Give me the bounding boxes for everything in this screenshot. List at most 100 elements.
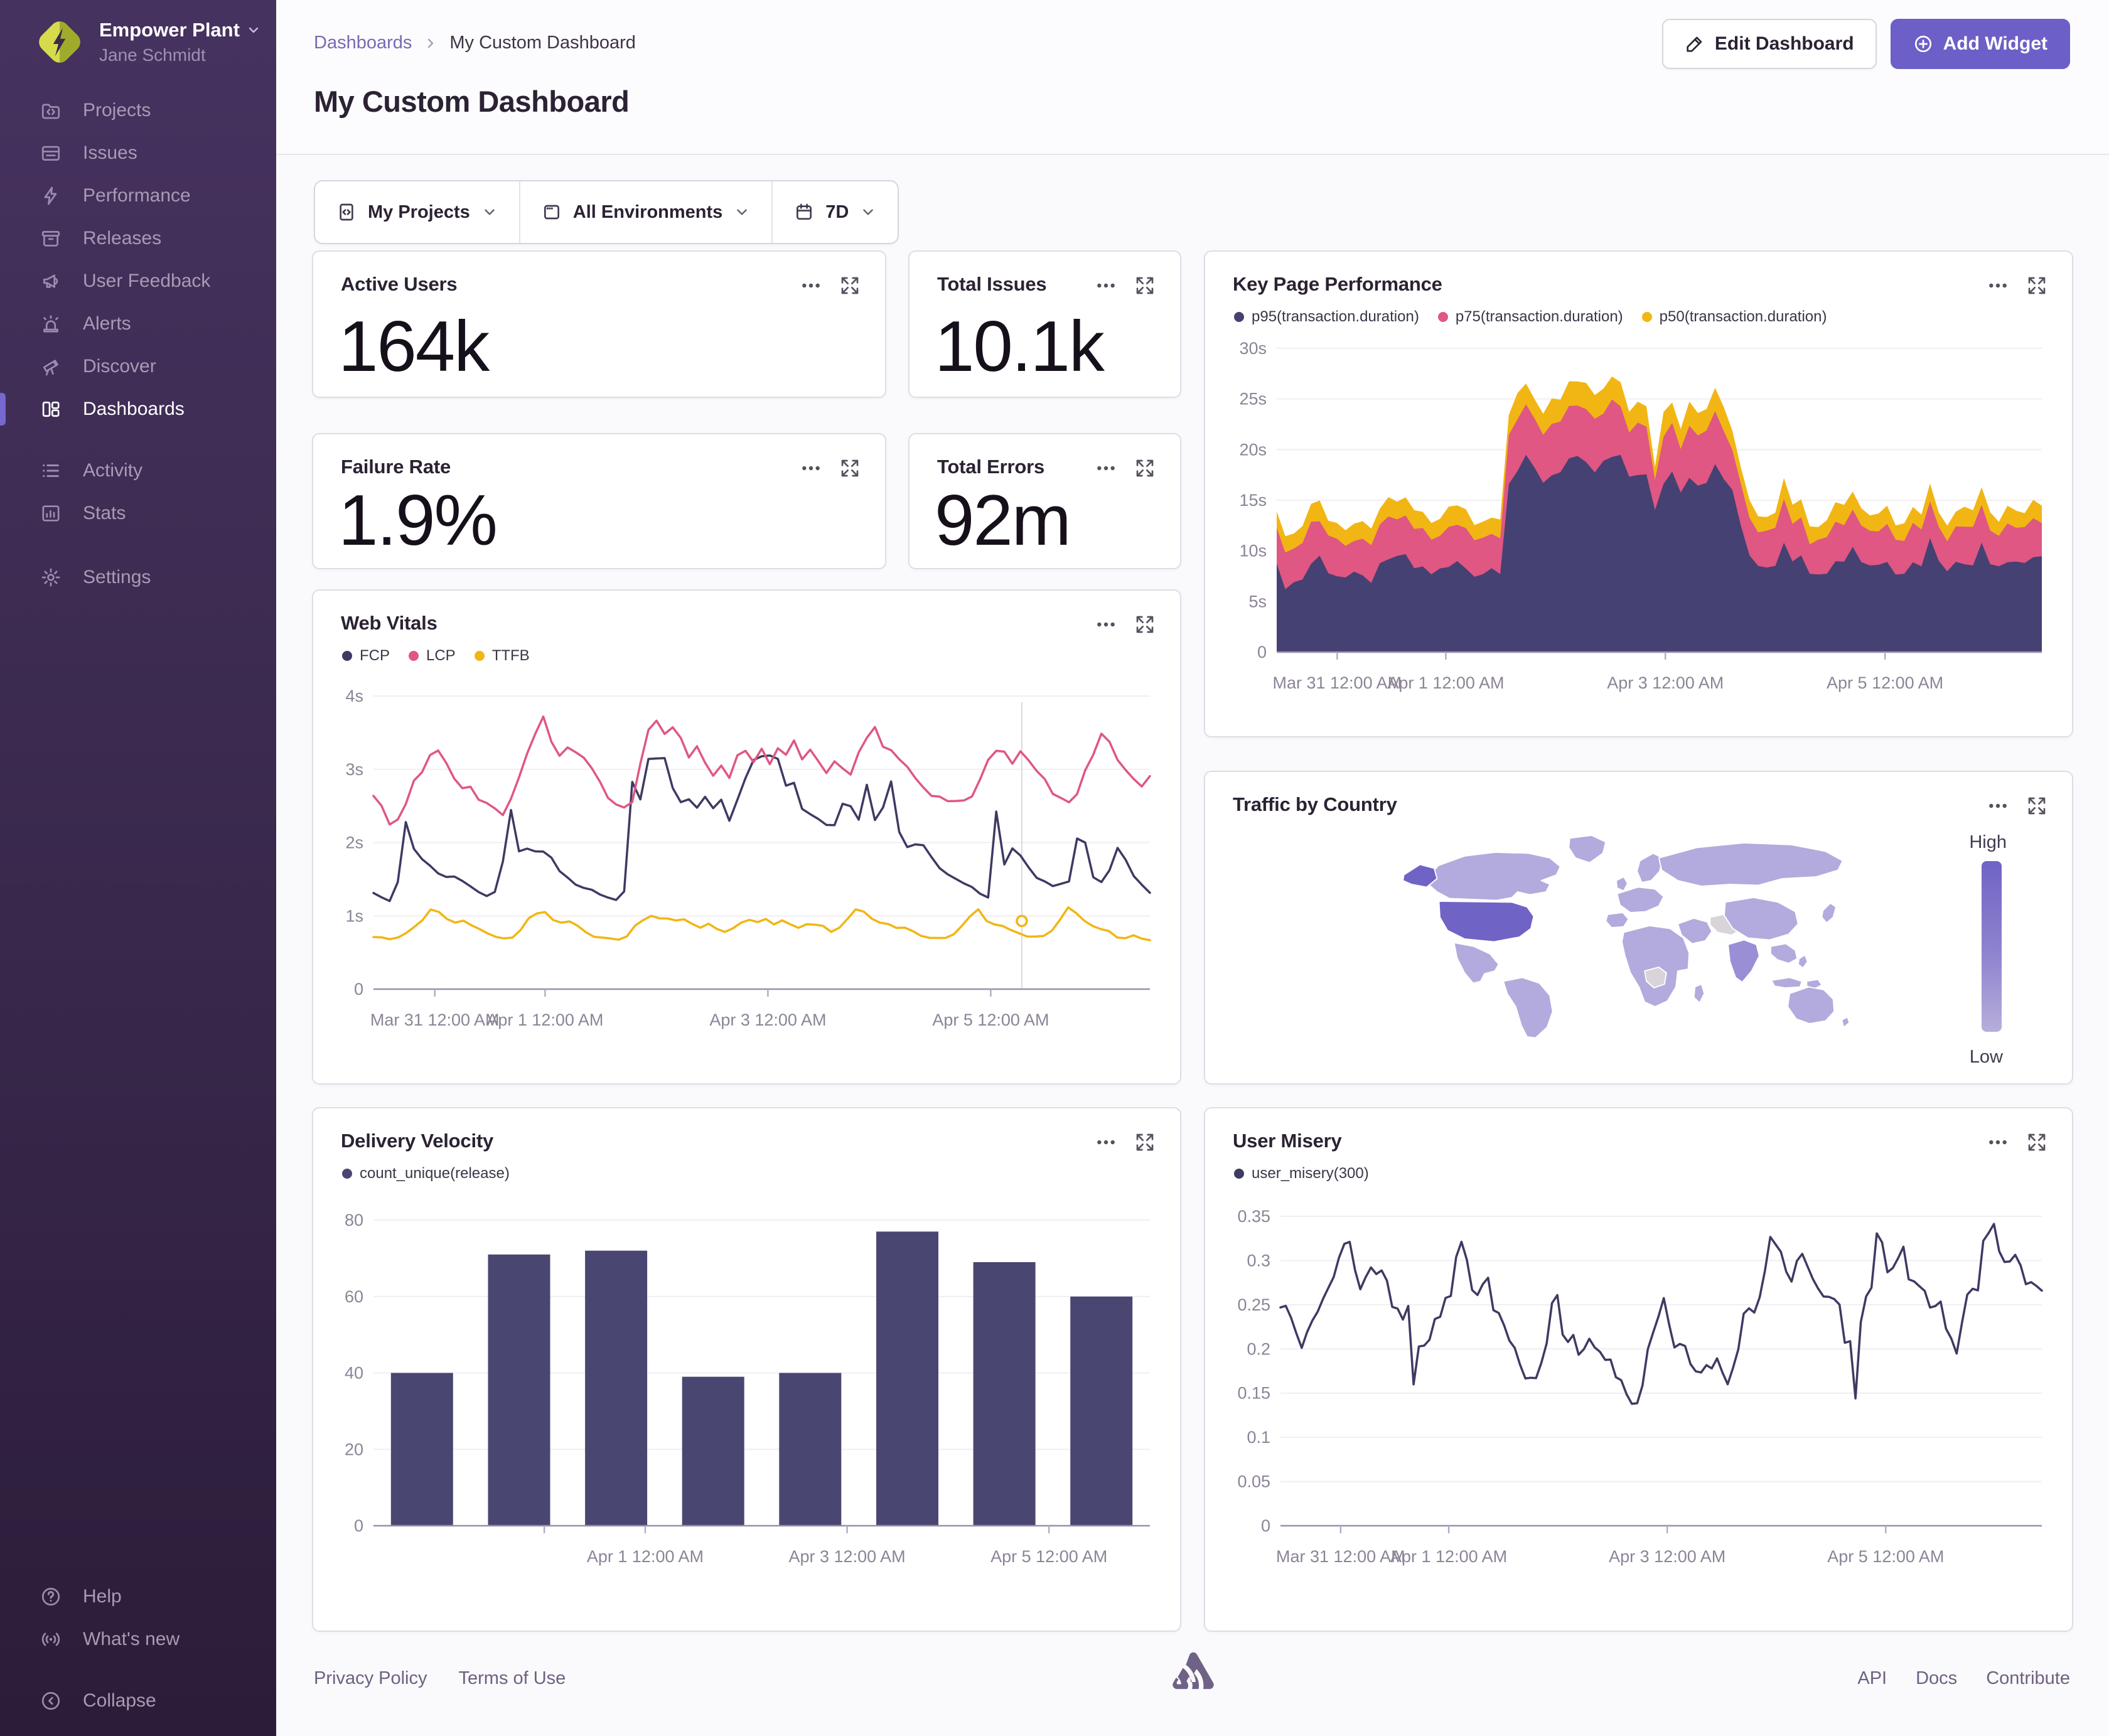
svg-text:0.05: 0.05 (1237, 1472, 1270, 1491)
date-range-filter[interactable]: 7D (771, 181, 898, 243)
sidebar-item-issues[interactable]: Issues (0, 132, 276, 174)
sidebar-item-whats-new[interactable]: What's new (0, 1618, 276, 1661)
sidebar-item-stats[interactable]: Stats (0, 492, 276, 535)
settings-icon (41, 568, 60, 587)
svg-text:30s: 30s (1239, 339, 1267, 358)
map-philippines (1797, 954, 1808, 969)
edit-dashboard-button[interactable]: Edit Dashboard (1661, 19, 1877, 69)
alerts-icon (43, 315, 58, 333)
key-page-performance-chart[interactable]: 0 5s 10s 15s 20s 25s 30s Mar 31 12:00 AM Apr 1 1… (1233, 338, 2047, 715)
stat-value: 10.1k (935, 307, 1105, 387)
sidebar-item-help[interactable]: Help (0, 1575, 276, 1618)
legend-dot (409, 651, 419, 661)
sidebar-item-activity[interactable]: Activity (0, 449, 276, 492)
docs-link[interactable]: Docs (1916, 1668, 1957, 1689)
chart-legend: FCP LCP TTFB (342, 647, 530, 665)
expand-icon[interactable] (1135, 1132, 1155, 1152)
ellipsis-icon[interactable] (1096, 276, 1116, 296)
delivery-velocity-chart[interactable]: 0 20 40 60 80 Apr 1 12:00 AM Apr 3 12:00 AM Apr… (341, 1208, 1155, 1592)
legend-dot (1234, 312, 1244, 322)
ellipsis-icon[interactable] (1988, 1132, 2008, 1152)
issues-icon (41, 146, 60, 161)
ellipsis-icon[interactable] (1988, 796, 2008, 816)
svg-text:0.25: 0.25 (1237, 1295, 1270, 1314)
sidebar-item-settings[interactable]: Settings (0, 556, 276, 599)
sidebar-item-label: Stats (83, 503, 126, 523)
svg-text:0: 0 (354, 1516, 363, 1535)
map-russia (1658, 842, 1843, 887)
svg-text:1s: 1s (345, 906, 363, 925)
sidebar-item-performance[interactable]: Performance (0, 174, 276, 217)
window-icon (544, 205, 560, 220)
project-filter[interactable]: My Projects (315, 181, 519, 243)
widget-title: Active Users (341, 273, 458, 295)
expand-icon[interactable] (2027, 796, 2047, 816)
page-title: My Custom Dashboard (314, 85, 630, 118)
legend-dot (1641, 312, 1652, 322)
expand-icon[interactable] (1135, 276, 1155, 296)
ellipsis-icon[interactable] (1096, 1132, 1116, 1152)
expand-icon[interactable] (2027, 1132, 2047, 1152)
dashboard-page: Empower Plant Jane Schmidt Projects Issu… (0, 0, 2109, 1736)
user-misery-chart[interactable]: 0 0.05 0.1 0.15 0.2 0.25 0.3 0.35 Mar 31 12:00 A… (1233, 1208, 2047, 1592)
map-india (1727, 939, 1760, 983)
svg-text:80: 80 (345, 1211, 363, 1230)
edit-dashboard-label: Edit Dashboard (1714, 33, 1854, 54)
project-file-icon (340, 203, 353, 221)
sidebar-item-label: What's new (83, 1629, 180, 1649)
ellipsis-icon[interactable] (801, 458, 821, 478)
svg-text:0: 0 (1257, 643, 1267, 662)
sidebar-item-user-feedback[interactable]: User Feedback (0, 260, 276, 303)
privacy-policy-link[interactable]: Privacy Policy (314, 1668, 427, 1689)
breadcrumb-dashboards[interactable]: Dashboards (314, 33, 412, 53)
sidebar-item-label: Help (83, 1586, 122, 1607)
api-link[interactable]: API (1857, 1668, 1887, 1689)
sidebar-item-label: Activity (83, 460, 143, 481)
sidebar-item-projects[interactable]: Projects (0, 89, 276, 132)
contribute-link[interactable]: Contribute (1986, 1668, 2070, 1689)
ellipsis-icon[interactable] (1988, 276, 2008, 296)
expand-icon[interactable] (1135, 614, 1155, 635)
sidebar-item-alerts[interactable]: Alerts (0, 303, 276, 345)
widget-title: User Misery (1233, 1130, 1342, 1152)
expand-icon[interactable] (1135, 458, 1155, 478)
terms-of-use-link[interactable]: Terms of Use (459, 1668, 566, 1689)
sidebar-item-dashboards[interactable]: Dashboards (0, 388, 276, 431)
map-south-america (1503, 977, 1554, 1039)
web-vitals-chart[interactable]: 0 1s 2s 3s 4s Mar 31 12:00 AM Apr 1 12:00 AM Ap… (341, 685, 1155, 1052)
widget-user-misery: User Misery user_misery(300) 0 0.05 0.1 0.1… (1204, 1107, 2073, 1632)
add-widget-button[interactable]: Add Widget (1890, 19, 2070, 69)
sidebar-item-label: Discover (83, 356, 156, 377)
sidebar-item-collapse[interactable]: Collapse (0, 1680, 276, 1722)
svg-text:0.15: 0.15 (1237, 1384, 1270, 1403)
svg-text:0.2: 0.2 (1247, 1339, 1270, 1358)
org-name: Empower Plant (99, 19, 240, 41)
sidebar-item-releases[interactable]: Releases (0, 217, 276, 260)
add-widget-label: Add Widget (1943, 33, 2047, 54)
widget-total-issues: Total Issues 10.1k (908, 250, 1181, 398)
expand-icon[interactable] (840, 458, 860, 478)
expand-icon[interactable] (840, 276, 860, 296)
map-new-zealand (1841, 1016, 1850, 1028)
map-greenland (1568, 835, 1607, 864)
expand-icon[interactable] (2027, 276, 2047, 296)
sidebar-item-label: Alerts (83, 313, 131, 334)
svg-text:Apr 5 12:00 AM: Apr 5 12:00 AM (1827, 673, 1943, 692)
svg-text:0.3: 0.3 (1247, 1251, 1270, 1270)
svg-text:Apr 1 12:00 AM: Apr 1 12:00 AM (1390, 1547, 1507, 1566)
ellipsis-icon[interactable] (801, 276, 821, 296)
sidebar-item-discover[interactable]: Discover (0, 345, 276, 388)
svg-text:Apr 3 12:00 AM: Apr 3 12:00 AM (789, 1547, 906, 1566)
map-iberia (1605, 912, 1629, 928)
legend-label: p75(transaction.duration) (1455, 308, 1623, 325)
ellipsis-icon[interactable] (1096, 614, 1116, 635)
world-map[interactable] (1393, 832, 1867, 1039)
chevron-down-icon (737, 209, 748, 215)
environment-filter[interactable]: All Environments (518, 181, 772, 243)
map-uk (1615, 876, 1628, 892)
stats-icon (42, 505, 60, 522)
svg-text:2s: 2s (345, 833, 363, 852)
map-southeast-asia (1770, 943, 1798, 964)
ellipsis-icon[interactable] (1096, 458, 1116, 478)
org-switcher[interactable]: Empower Plant Jane Schmidt (35, 18, 261, 67)
